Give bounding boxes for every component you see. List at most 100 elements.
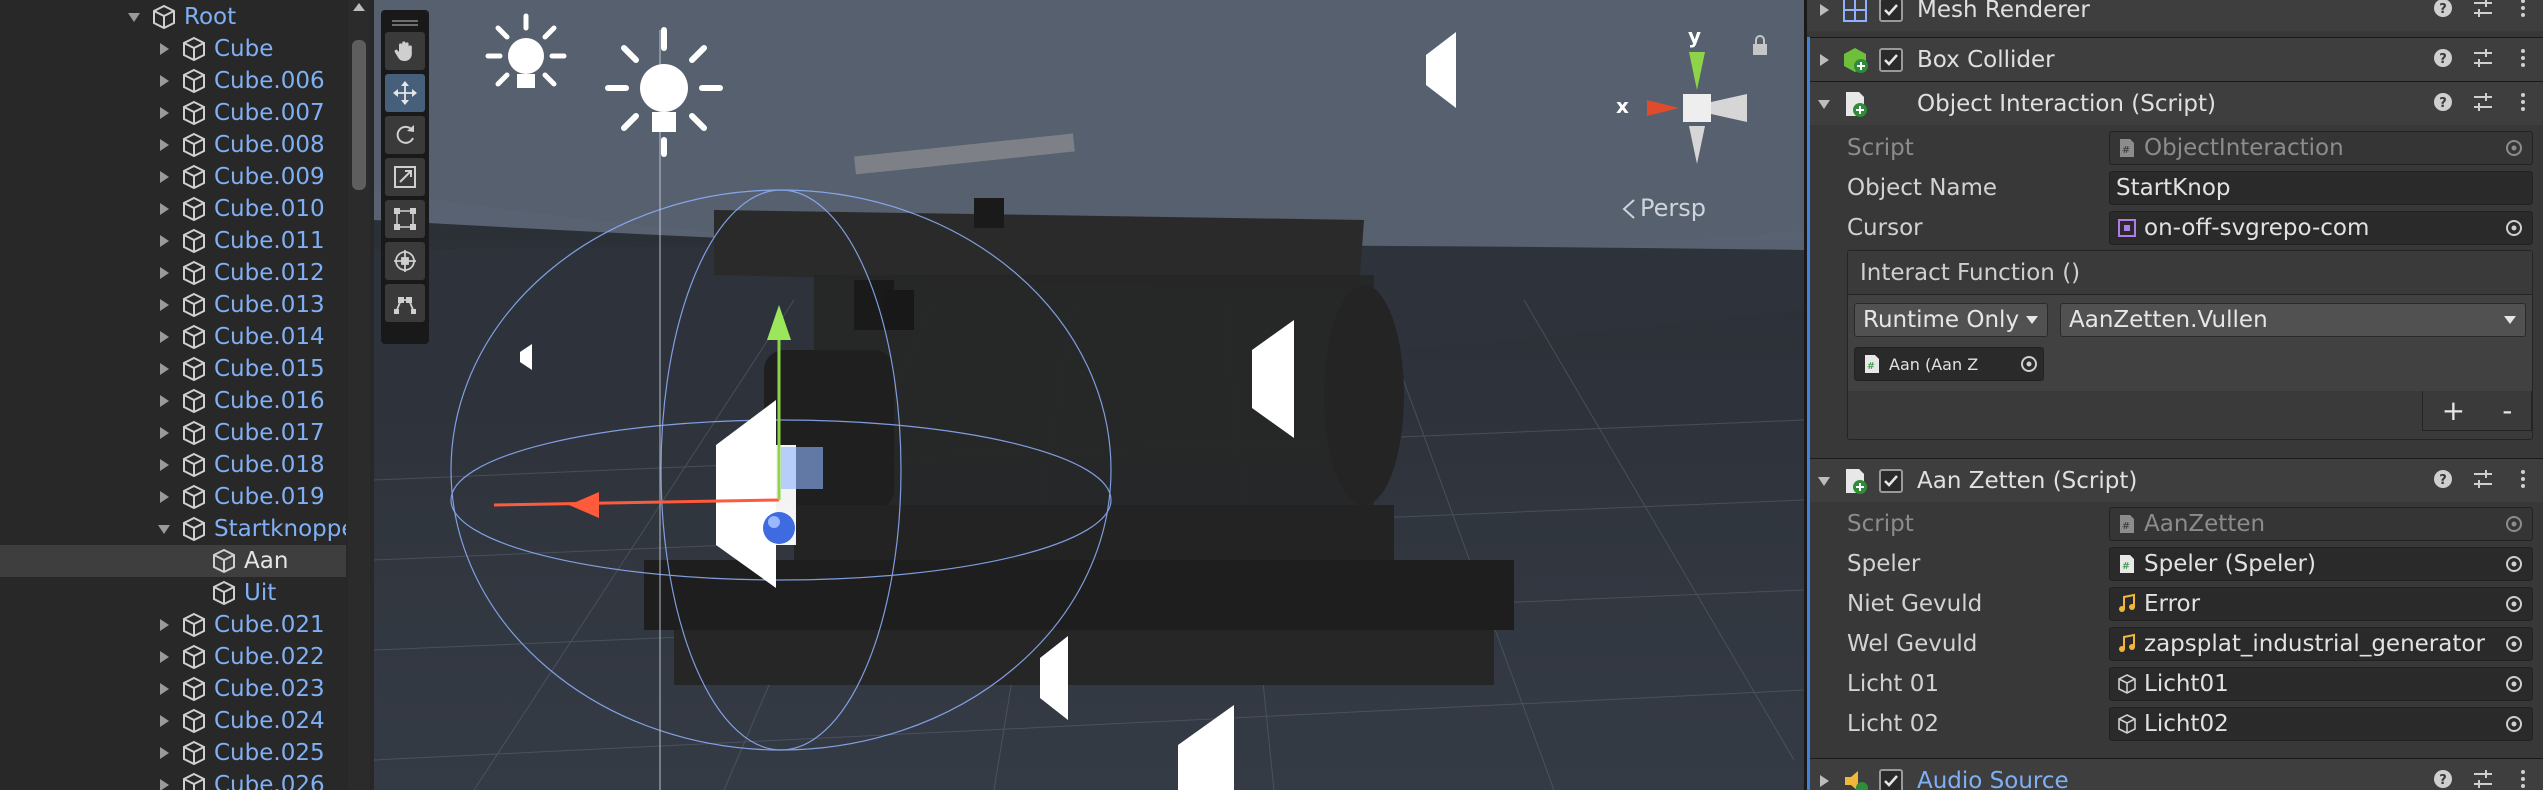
expand-arrow-right-icon[interactable] [156, 648, 172, 666]
mesh-renderer-header[interactable]: Mesh Renderer ? [1807, 0, 2543, 31]
presets-sliders-icon[interactable] [2472, 47, 2494, 69]
help-icon[interactable]: ? [2432, 47, 2454, 69]
hierarchy-item[interactable]: Cube.014 [0, 321, 346, 353]
aan-zetten-enabled-checkbox[interactable] [1879, 468, 1903, 493]
presets-sliders-icon[interactable] [2472, 0, 2494, 19]
kebab-menu-icon[interactable] [2512, 0, 2534, 19]
hierarchy-item[interactable]: Cube.025 [0, 737, 346, 769]
expand-arrow-right-icon[interactable] [156, 360, 172, 378]
scale-tool-button[interactable] [385, 158, 425, 196]
object-picker-button[interactable] [2498, 213, 2530, 243]
hierarchy-item[interactable]: Cube.023 [0, 673, 346, 705]
function-dropdown[interactable]: AanZetten.Vullen [2060, 303, 2526, 337]
expand-arrow-right-icon[interactable] [156, 72, 172, 90]
fold-arrow-icon[interactable] [1807, 98, 1841, 110]
box-collider-header[interactable]: Box Collider ? [1807, 37, 2543, 81]
hierarchy-item[interactable]: Aan [0, 545, 346, 577]
hierarchy-item[interactable]: Cube.015 [0, 353, 346, 385]
object-picker-button[interactable] [2498, 549, 2530, 579]
hierarchy-item[interactable]: Cube.019 [0, 481, 346, 513]
help-icon[interactable]: ? [2432, 0, 2454, 19]
add-listener-button[interactable]: + [2442, 394, 2465, 427]
expand-arrow-right-icon[interactable] [156, 776, 172, 790]
object-picker-button[interactable] [2498, 589, 2530, 619]
help-icon[interactable]: ? [2432, 468, 2454, 490]
hierarchy-item[interactable]: Cube.026 [0, 769, 346, 790]
kebab-menu-icon[interactable] [2512, 768, 2534, 790]
transform-tool-button[interactable] [385, 242, 425, 280]
object-interaction-header[interactable]: Object Interaction (Script) ? [1807, 81, 2543, 125]
licht02-field[interactable]: Licht02 [2109, 707, 2533, 741]
hierarchy-item[interactable]: Cube.007 [0, 97, 346, 129]
expand-arrow-right-icon[interactable] [156, 136, 172, 154]
persp-label[interactable]: Persp [1640, 194, 1706, 222]
expand-arrow-right-icon[interactable] [156, 456, 172, 474]
hierarchy-item[interactable]: Cube.013 [0, 289, 346, 321]
expand-arrow-right-icon[interactable] [156, 488, 172, 506]
fold-arrow-icon[interactable] [1807, 475, 1841, 487]
move-tool-button[interactable] [385, 74, 425, 112]
expand-arrow-down-icon[interactable] [126, 8, 142, 26]
expand-arrow-right-icon[interactable] [156, 712, 172, 730]
audio-source-enabled-checkbox[interactable] [1879, 768, 1903, 790]
help-icon[interactable]: ? [2432, 91, 2454, 113]
scene-viewport[interactable] [374, 0, 1804, 790]
help-icon[interactable]: ? [2432, 768, 2454, 790]
object-picker-button[interactable] [2498, 709, 2530, 739]
hierarchy-scroll-thumb[interactable] [352, 40, 366, 190]
expand-arrow-right-icon[interactable] [156, 744, 172, 762]
expand-arrow-right-icon[interactable] [156, 424, 172, 442]
hierarchy-item[interactable]: Cube.024 [0, 705, 346, 737]
scroll-up-arrow-icon[interactable] [352, 2, 366, 12]
expand-arrow-right-icon[interactable] [156, 168, 172, 186]
fold-arrow-icon[interactable] [1807, 774, 1841, 788]
hierarchy-item[interactable]: Root [0, 1, 346, 33]
object-picker-button[interactable] [2498, 629, 2530, 659]
hierarchy-item[interactable]: Cube.008 [0, 129, 346, 161]
hierarchy-item[interactable]: Cube.010 [0, 193, 346, 225]
presets-sliders-icon[interactable] [2472, 91, 2494, 113]
hierarchy-item[interactable]: Uit [0, 577, 346, 609]
toolbar-grip[interactable] [385, 14, 425, 32]
hierarchy-item[interactable]: Cube.009 [0, 161, 346, 193]
runtime-mode-dropdown[interactable]: Runtime Only [1854, 303, 2048, 337]
hierarchy-item[interactable]: Cube.018 [0, 449, 346, 481]
remove-listener-button[interactable]: - [2502, 394, 2512, 427]
rotate-tool-button[interactable] [385, 116, 425, 154]
custom-tool-button[interactable] [385, 284, 425, 322]
kebab-menu-icon[interactable] [2512, 47, 2534, 69]
expand-arrow-right-icon[interactable] [156, 616, 172, 634]
kebab-menu-icon[interactable] [2512, 91, 2534, 113]
hierarchy-item[interactable]: Cube.006 [0, 65, 346, 97]
audio-source-header[interactable]: Audio Source ? [1807, 758, 2543, 790]
hierarchy-item[interactable]: Startknoppen [0, 513, 346, 545]
wel-gevuld-field[interactable]: zapsplat_industrial_generator [2109, 627, 2533, 661]
expand-arrow-right-icon[interactable] [156, 104, 172, 122]
cursor-field[interactable]: on-off-svgrepo-com [2109, 211, 2533, 245]
licht01-field[interactable]: Licht01 [2109, 667, 2533, 701]
expand-arrow-right-icon[interactable] [156, 296, 172, 314]
fold-arrow-icon[interactable] [1807, 53, 1841, 67]
mesh-renderer-enabled-checkbox[interactable] [1879, 0, 1903, 22]
aan-zetten-header[interactable]: Aan Zetten (Script) ? [1807, 458, 2543, 502]
speler-field[interactable]: # Speler (Speler) [2109, 547, 2533, 581]
presets-sliders-icon[interactable] [2472, 468, 2494, 490]
rect-tool-button[interactable] [385, 200, 425, 238]
hierarchy-item[interactable]: Cube.011 [0, 225, 346, 257]
hierarchy-item[interactable]: Cube.012 [0, 257, 346, 289]
object-picker-button[interactable] [2015, 349, 2043, 379]
expand-arrow-right-icon[interactable] [156, 680, 172, 698]
expand-arrow-right-icon[interactable] [156, 200, 172, 218]
hierarchy-item[interactable]: Cube.017 [0, 417, 346, 449]
scene-view[interactable]: Persp x y [374, 0, 1804, 790]
expand-arrow-down-icon[interactable] [156, 520, 172, 538]
kebab-menu-icon[interactable] [2512, 468, 2534, 490]
hand-tool-button[interactable] [385, 32, 425, 70]
hierarchy-item[interactable]: Cube.022 [0, 641, 346, 673]
event-target-field[interactable]: # Aan (Aan Z [1854, 347, 2044, 381]
object-name-input[interactable]: StartKnop [2109, 171, 2533, 205]
expand-arrow-right-icon[interactable] [156, 232, 172, 250]
expand-arrow-right-icon[interactable] [156, 264, 172, 282]
hierarchy-item[interactable]: Cube [0, 33, 346, 65]
niet-gevuld-field[interactable]: Error [2109, 587, 2533, 621]
